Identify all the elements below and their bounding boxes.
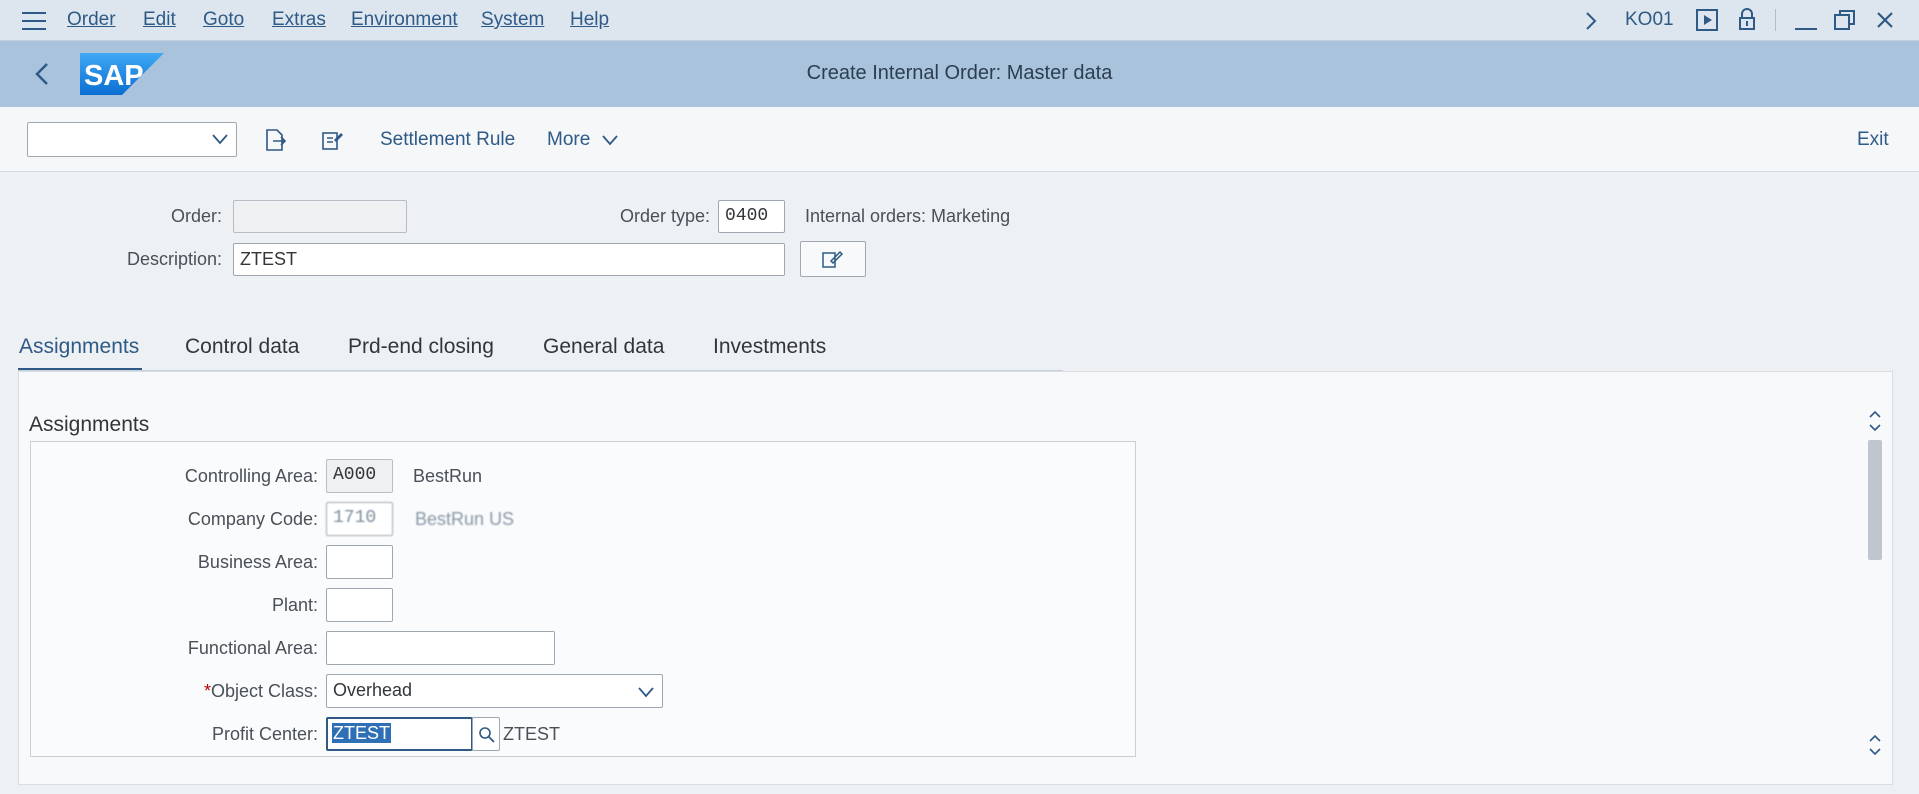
- tab-investments[interactable]: Investments: [713, 335, 826, 359]
- menu-order[interactable]: Order: [67, 9, 116, 31]
- functional-area-label: Functional Area:: [187, 638, 318, 658]
- page-title: Create Internal Order: Master data: [806, 62, 1113, 84]
- company-code-label: Company Code:: [187, 509, 318, 529]
- controlling-area-field[interactable]: A000: [326, 459, 393, 493]
- menu-extras[interactable]: Extras: [272, 9, 326, 31]
- toolbar-dropdown[interactable]: [27, 122, 237, 157]
- scroll-down-icon[interactable]: [1867, 732, 1883, 758]
- restore-icon[interactable]: [1834, 9, 1856, 31]
- search-icon: [479, 727, 495, 743]
- order-field[interactable]: [233, 200, 407, 233]
- tab-control-data[interactable]: Control data: [185, 335, 299, 359]
- business-area-field[interactable]: [326, 545, 393, 579]
- profit-center-label: Profit Center:: [211, 724, 318, 744]
- description-field[interactable]: ZTEST: [233, 243, 785, 276]
- company-code-field[interactable]: 1710: [326, 502, 393, 536]
- business-area-label: Business Area:: [197, 552, 318, 572]
- functional-area-field[interactable]: [326, 631, 555, 665]
- play-icon[interactable]: [1696, 9, 1718, 31]
- object-class-label: *Object Class:: [203, 681, 318, 701]
- exit-button[interactable]: Exit: [1857, 129, 1889, 151]
- menu-system[interactable]: System: [481, 9, 544, 31]
- profit-center-field[interactable]: ZTEST: [326, 717, 473, 751]
- tab-general-data[interactable]: General data: [543, 335, 664, 359]
- value-help-button[interactable]: [472, 717, 500, 751]
- chevron-down-icon: [601, 135, 618, 146]
- plant-label: Plant:: [271, 595, 318, 615]
- tab-prd-end-closing[interactable]: Prd-end closing: [348, 335, 494, 359]
- controlling-area-description: BestRun: [413, 466, 483, 486]
- order-label: Order:: [170, 206, 222, 226]
- chevron-down-icon: [638, 687, 654, 698]
- section-title: Assignments: [29, 413, 150, 436]
- edit-document-icon[interactable]: [320, 128, 344, 152]
- export-document-icon[interactable]: [263, 127, 287, 153]
- order-type-field[interactable]: 0400: [718, 200, 785, 233]
- transaction-code: KO01: [1625, 9, 1674, 30]
- order-type-description: Internal orders: Marketing: [805, 206, 1011, 226]
- close-icon[interactable]: [1876, 11, 1894, 29]
- menu-edit[interactable]: Edit: [143, 9, 176, 31]
- edit-text-icon: [822, 250, 844, 268]
- settlement-rule-button[interactable]: Settlement Rule: [380, 129, 515, 151]
- tab-assignments[interactable]: Assignments: [19, 335, 139, 359]
- description-label: Description:: [126, 249, 222, 269]
- scrollbar-thumb[interactable]: [1868, 440, 1882, 560]
- profit-center-description: ZTEST: [503, 724, 560, 744]
- scroll-up-icon[interactable]: [1867, 408, 1883, 434]
- plant-field[interactable]: [326, 588, 393, 622]
- more-button[interactable]: More: [547, 129, 618, 151]
- menubar-divider: [1775, 9, 1776, 31]
- long-text-button[interactable]: [800, 241, 866, 277]
- lock-icon[interactable]: [1737, 7, 1757, 31]
- required-asterisk: *: [203, 681, 211, 701]
- menu-environment[interactable]: Environment: [351, 9, 458, 31]
- chevron-down-icon: [212, 134, 228, 145]
- hamburger-menu-icon[interactable]: [22, 12, 46, 30]
- minimize-icon[interactable]: [1795, 12, 1817, 32]
- controlling-area-label: Controlling Area:: [184, 466, 318, 486]
- chevron-right-icon[interactable]: [1584, 11, 1598, 31]
- toolbar: [0, 107, 1919, 172]
- menu-help[interactable]: Help: [570, 9, 609, 31]
- order-type-label: Order type:: [619, 206, 710, 226]
- company-code-description: BestRun US: [415, 509, 515, 529]
- menu-goto[interactable]: Goto: [203, 9, 244, 31]
- object-class-select[interactable]: Overhead: [326, 674, 663, 708]
